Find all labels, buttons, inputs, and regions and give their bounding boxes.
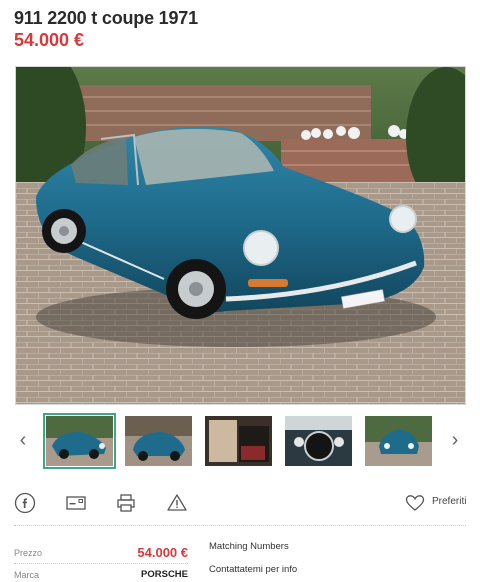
facebook-icon[interactable] (14, 492, 36, 514)
chevron-right-icon[interactable]: › (446, 430, 464, 450)
action-bar: Preferiti (14, 490, 466, 518)
listing-title: 911 2200 t coupe 1971 (14, 8, 198, 28)
favorites-button[interactable]: Preferiti (404, 492, 466, 514)
heart-icon (405, 495, 425, 511)
thumb-interior[interactable] (205, 416, 272, 466)
thumb-rear[interactable] (125, 416, 192, 466)
warning-icon[interactable] (166, 492, 188, 514)
email-icon[interactable] (65, 492, 87, 514)
feature-matching-numbers: Matching Numbers (209, 541, 289, 552)
spec-value-price: 54.000 € (137, 545, 188, 560)
listing-price: 54.000 € (14, 30, 85, 50)
spec-label-brand: Marca (14, 570, 40, 580)
chevron-left-icon[interactable]: ‹ (14, 430, 32, 450)
thumb-dashboard[interactable] (285, 416, 352, 466)
divider (14, 525, 466, 526)
spec-value-brand: PORSCHE (141, 569, 188, 580)
feature-contact-info: Contattatemi per info (209, 564, 298, 575)
thumb-front-side[interactable] (43, 413, 116, 469)
thumbnail-strip: ‹ › (0, 412, 480, 470)
favorites-label: Preferiti (432, 496, 467, 507)
spec-label-price: Prezzo (14, 548, 43, 558)
print-icon[interactable] (115, 492, 137, 514)
spec-divider (14, 563, 188, 564)
main-photo[interactable] (15, 66, 466, 405)
thumb-front[interactable] (365, 416, 432, 466)
